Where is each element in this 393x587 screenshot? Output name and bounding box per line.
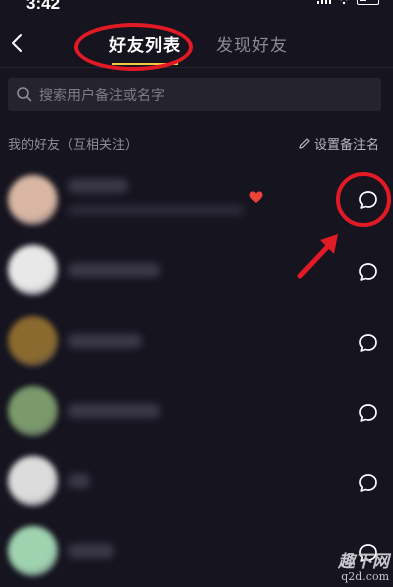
annotation-arrow (297, 234, 338, 279)
message-button[interactable] (357, 402, 379, 424)
friend-name (68, 263, 160, 277)
friend-row[interactable] (0, 308, 393, 378)
annotation-ring (336, 172, 391, 227)
battery-icon (357, 0, 379, 5)
signal-icon (317, 0, 331, 4)
back-button[interactable] (4, 28, 30, 58)
friend-name (68, 179, 128, 193)
header-divider (0, 67, 393, 68)
friend-name (68, 474, 90, 488)
avatar (8, 245, 58, 295)
search-input[interactable]: 搜索用户备注或名字 (8, 78, 381, 111)
status-icons (317, 0, 379, 8)
heart-icon (249, 191, 263, 203)
status-bar: 3:42 (0, 0, 393, 14)
message-button[interactable] (357, 261, 379, 283)
annotation-ellipse (74, 23, 193, 71)
watermark: 趣下网 q2d.com (331, 554, 389, 583)
avatar (8, 316, 58, 366)
avatar (8, 456, 58, 506)
status-time: 3:42 (26, 0, 61, 13)
search-icon (17, 87, 32, 102)
friend-name (68, 404, 160, 418)
section-title: 我的好友（互相关注） (8, 138, 139, 153)
message-button[interactable] (357, 332, 379, 354)
avatar (8, 175, 58, 225)
pencil-icon (299, 138, 310, 149)
header: 好友列表 发现好友 (0, 24, 393, 68)
wifi-icon (340, 0, 348, 4)
avatar (8, 526, 58, 576)
set-remark-label: 设置备注名 (313, 138, 379, 153)
friend-status (68, 205, 244, 215)
friend-name (68, 334, 142, 348)
watermark-sub: q2d.com (341, 570, 389, 583)
friend-name (68, 544, 114, 558)
set-remark-button[interactable]: 设置备注名 (298, 134, 379, 153)
search-placeholder: 搜索用户备注或名字 (39, 88, 165, 104)
friend-row[interactable] (0, 378, 393, 448)
avatar (8, 386, 58, 436)
message-button[interactable] (357, 472, 379, 494)
watermark-main: 趣下网 (338, 552, 389, 572)
tab-discover-friends[interactable]: 发现好友 (216, 31, 288, 56)
friend-row[interactable] (0, 448, 393, 518)
